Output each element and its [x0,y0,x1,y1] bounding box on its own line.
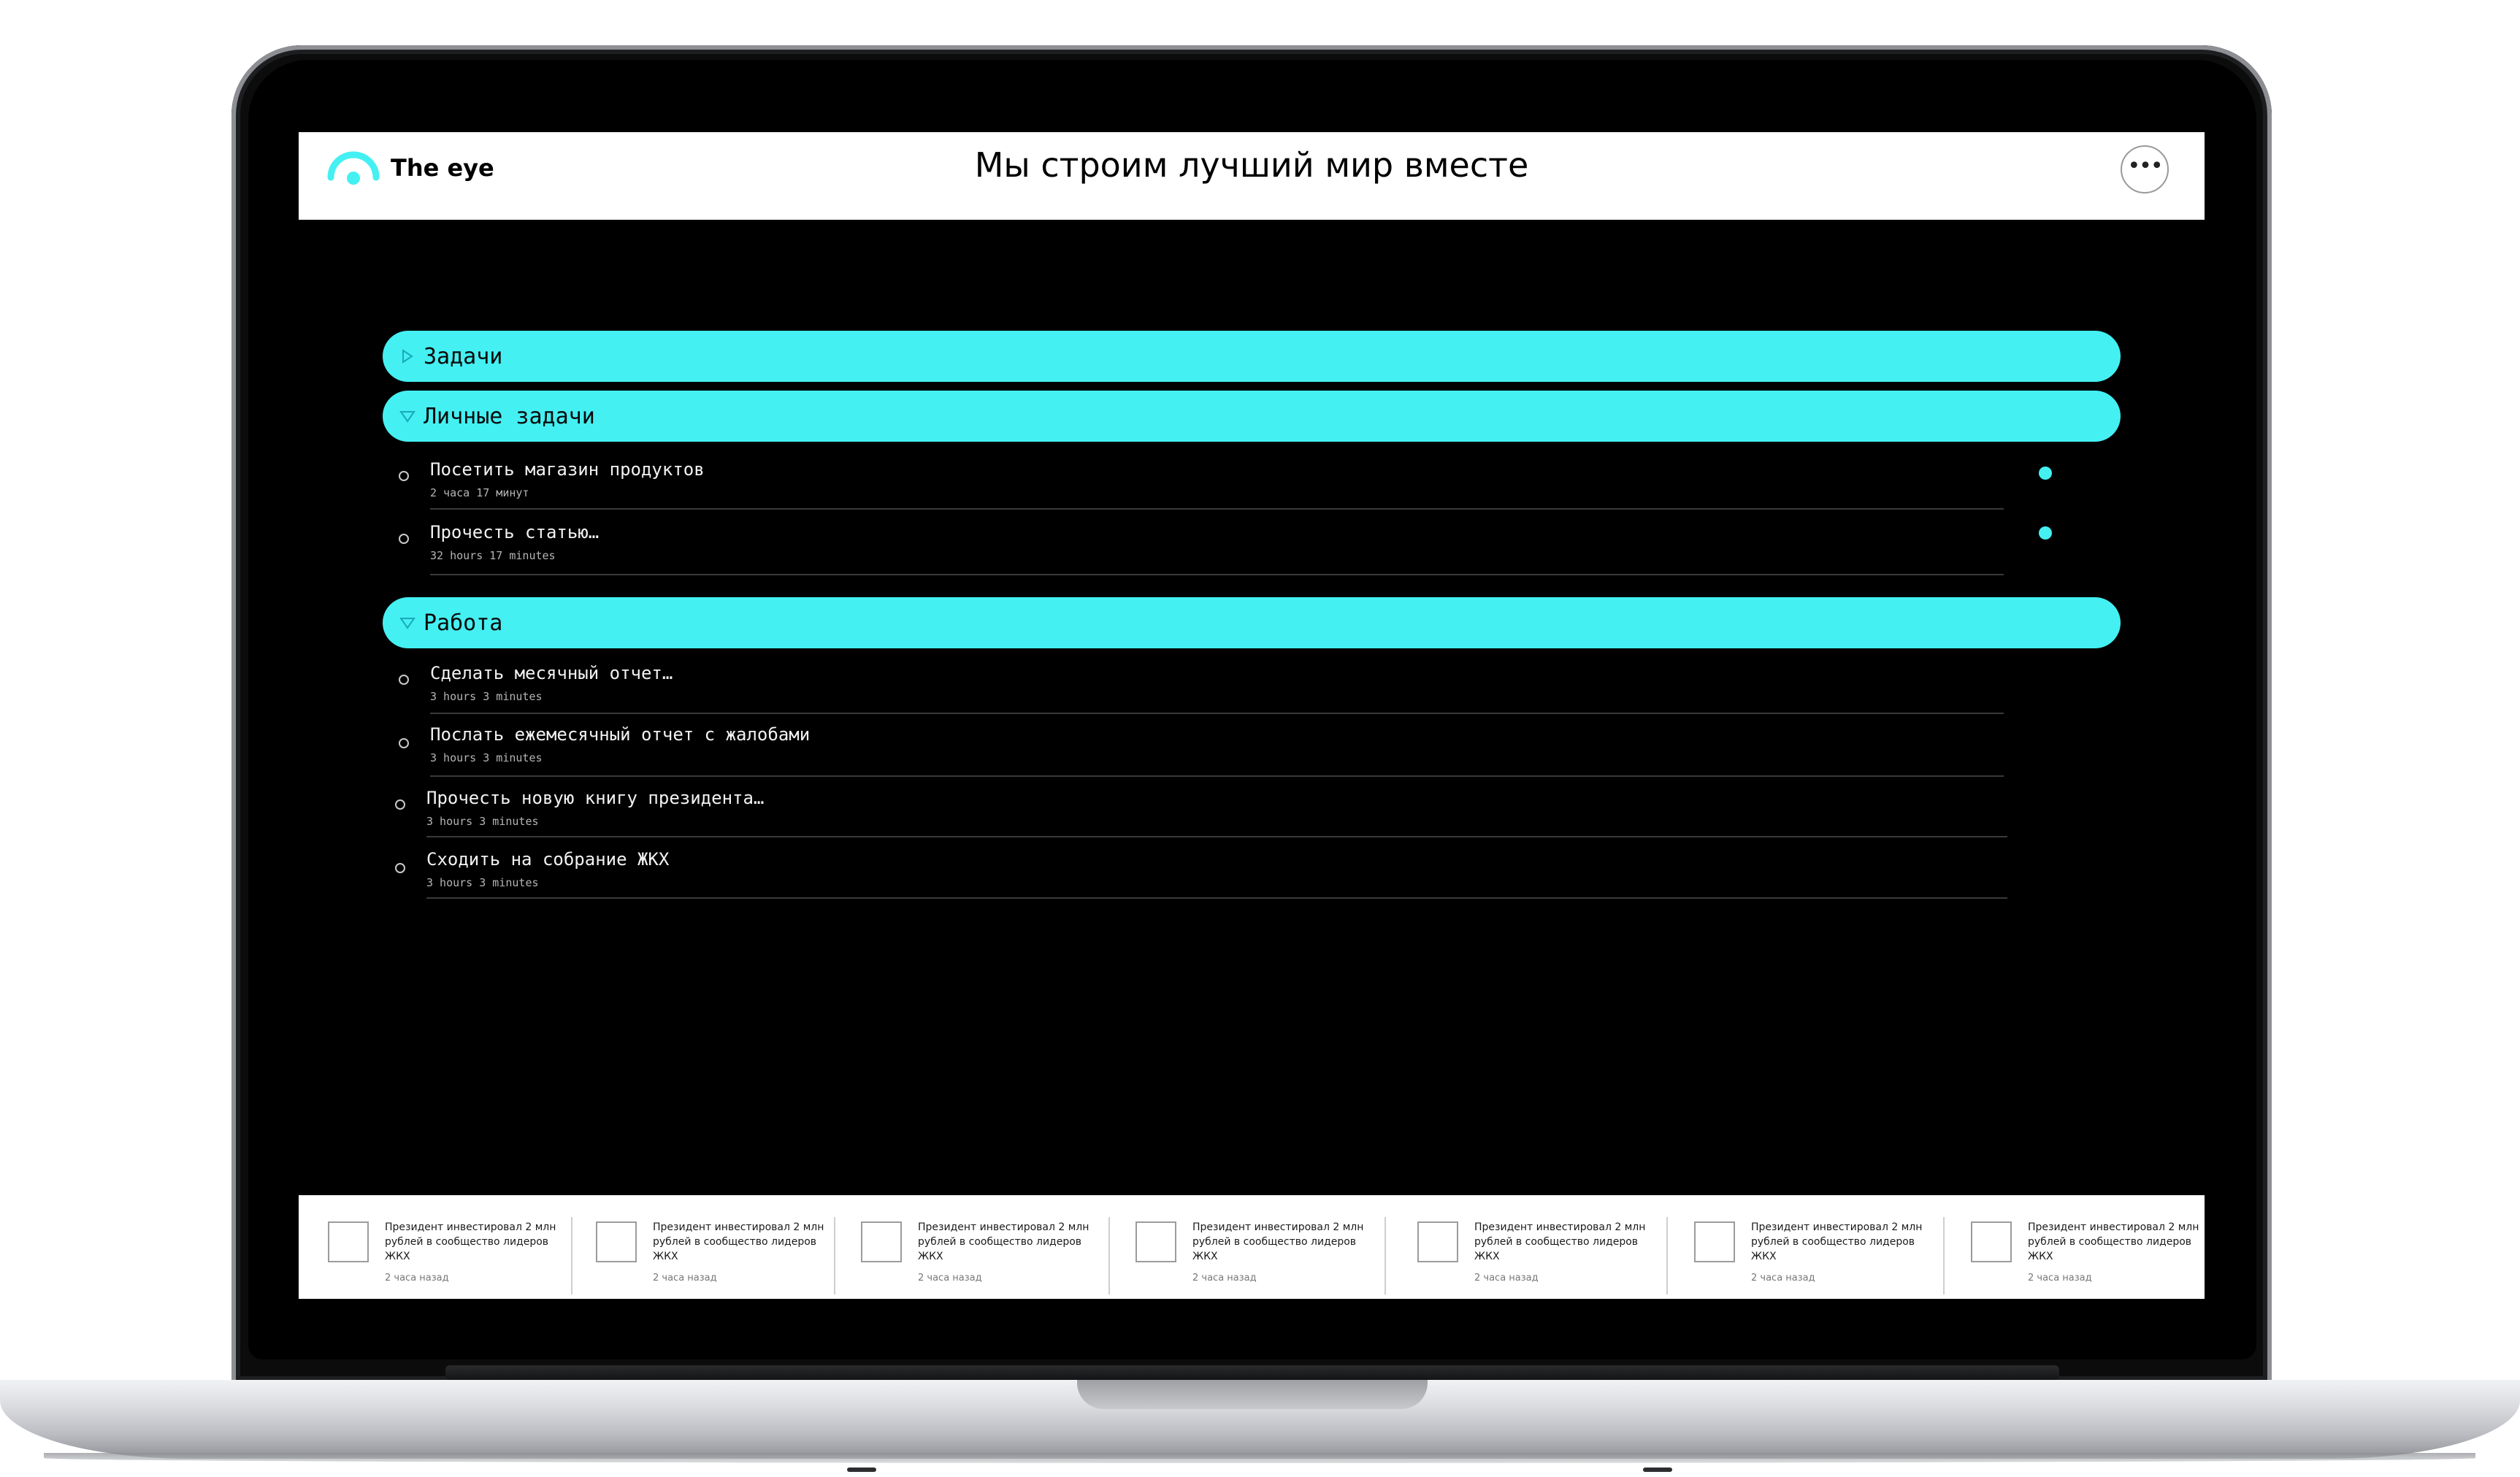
divider [834,1217,835,1294]
news-headline: Президент инвестировал 2 млн рублей в со… [653,1221,824,1262]
news-thumbnail [328,1221,369,1262]
news-card[interactable]: Президент инвестировал 2 млн рублей в со… [596,1195,837,1299]
group-header-work[interactable]: Работа [383,597,2121,648]
caret-right-icon [396,349,419,364]
divider [571,1217,572,1294]
task-title: Посетить магазин продуктов [430,459,705,480]
more-dots-icon: ••• [2127,153,2163,179]
task-item[interactable]: Послать ежемесячный отчет с жалобами 3 h… [390,724,2004,787]
divider [426,836,2007,837]
laptop-base-edge [44,1453,2475,1463]
news-time: 2 часа назад [2028,1273,2092,1284]
divider [426,897,2007,899]
lid-opening-notch [1077,1380,1428,1409]
group-label: Работа [424,610,503,636]
task-checkbox[interactable] [399,738,409,748]
news-time: 2 часа назад [653,1273,717,1284]
news-headline: Президент инвестировал 2 млн рублей в со… [2028,1221,2199,1262]
news-card[interactable]: Президент инвестировал 2 млн рублей в со… [1694,1195,1935,1299]
task-duration: 3 hours 3 minutes [430,751,543,764]
laptop-foot [1643,1468,1672,1472]
screen: The eye Мы строим лучший мир вместе ••• … [299,132,2205,1299]
divider [1666,1217,1668,1294]
news-headline: Президент инвестировал 2 млн рублей в со… [1192,1221,1364,1262]
task-duration: 3 hours 3 minutes [430,690,543,703]
more-options-button[interactable]: ••• [2121,145,2169,193]
news-headline: Президент инвестировал 2 млн рублей в со… [1474,1221,1646,1262]
news-card[interactable]: Президент инвестировал 2 млн рублей в со… [1417,1195,1658,1299]
task-item[interactable]: Сделать месячный отчет… 3 hours 3 minute… [390,663,2004,726]
task-duration: 3 hours 3 minutes [426,815,539,828]
news-card[interactable]: Президент инвестировал 2 млн рублей в со… [861,1195,1102,1299]
news-headline: Президент инвестировал 2 млн рублей в со… [1751,1221,1923,1262]
laptop-foot [847,1468,876,1472]
divider [1108,1217,1110,1294]
divider [430,713,2004,714]
task-duration: 3 hours 3 minutes [426,876,539,889]
task-checkbox[interactable] [399,675,409,685]
news-time: 2 часа назад [918,1273,982,1284]
news-thumbnail [1417,1221,1458,1262]
group-label: Личные задачи [424,403,595,429]
group-header-tasks[interactable]: Задачи [383,331,2121,382]
news-thumbnail [861,1221,902,1262]
task-checkbox[interactable] [395,799,405,810]
divider [430,775,2004,777]
task-item[interactable]: Сходить на собрание ЖКХ 3 hours 3 minute… [386,849,2007,912]
task-title: Послать ежемесячный отчет с жалобами [430,724,811,745]
caret-down-icon [396,410,419,423]
news-headline: Президент инвестировал 2 млн рублей в со… [385,1221,556,1262]
task-item[interactable]: Прочесть статью… 32 hours 17 minutes [390,522,2052,585]
news-time: 2 часа назад [1751,1273,1815,1284]
news-thumbnail [1694,1221,1735,1262]
divider [430,508,2004,510]
task-title: Прочесть статью… [430,522,600,542]
task-item[interactable]: Посетить магазин продуктов 2 часа 17 мин… [390,459,2052,522]
divider [1943,1217,1945,1294]
task-duration: 2 часа 17 минут [430,486,529,499]
unread-dot-icon [2039,467,2052,480]
news-headline: Президент инвестировал 2 млн рублей в со… [918,1221,1089,1262]
news-card[interactable]: Президент инвестировал 2 млн рублей в со… [1135,1195,1376,1299]
unread-dot-icon [2039,526,2052,540]
task-title: Сделать месячный отчет… [430,663,673,683]
news-time: 2 часа назад [1474,1273,1539,1284]
news-strip: Президент инвестировал 2 млн рублей в со… [299,1195,2205,1299]
task-duration: 32 hours 17 minutes [430,549,556,562]
news-card[interactable]: Президент инвестировал 2 млн рублей в со… [1971,1195,2199,1299]
group-label: Задачи [424,343,503,369]
news-card[interactable]: Президент инвестировал 2 млн рублей в со… [328,1195,569,1299]
caret-down-icon [396,616,419,629]
news-thumbnail [1135,1221,1176,1262]
news-thumbnail [596,1221,637,1262]
top-bar: The eye Мы строим лучший мир вместе ••• [299,132,2205,220]
hinge [445,1365,2059,1380]
page-title: Мы строим лучший мир вместе [974,145,1529,185]
news-time: 2 часа назад [1192,1273,1257,1284]
task-checkbox[interactable] [395,863,405,873]
task-item[interactable]: Прочесть новую книгу президента… 3 hours… [386,788,2007,851]
task-checkbox[interactable] [399,471,409,481]
group-header-personal-tasks[interactable]: Личные задачи [383,391,2121,442]
divider [1385,1217,1386,1294]
news-time: 2 часа назад [385,1273,449,1284]
divider [430,574,2004,575]
news-thumbnail [1971,1221,2012,1262]
task-checkbox[interactable] [399,534,409,544]
task-title: Сходить на собрание ЖКХ [426,849,670,870]
task-title: Прочесть новую книгу президента… [426,788,765,808]
